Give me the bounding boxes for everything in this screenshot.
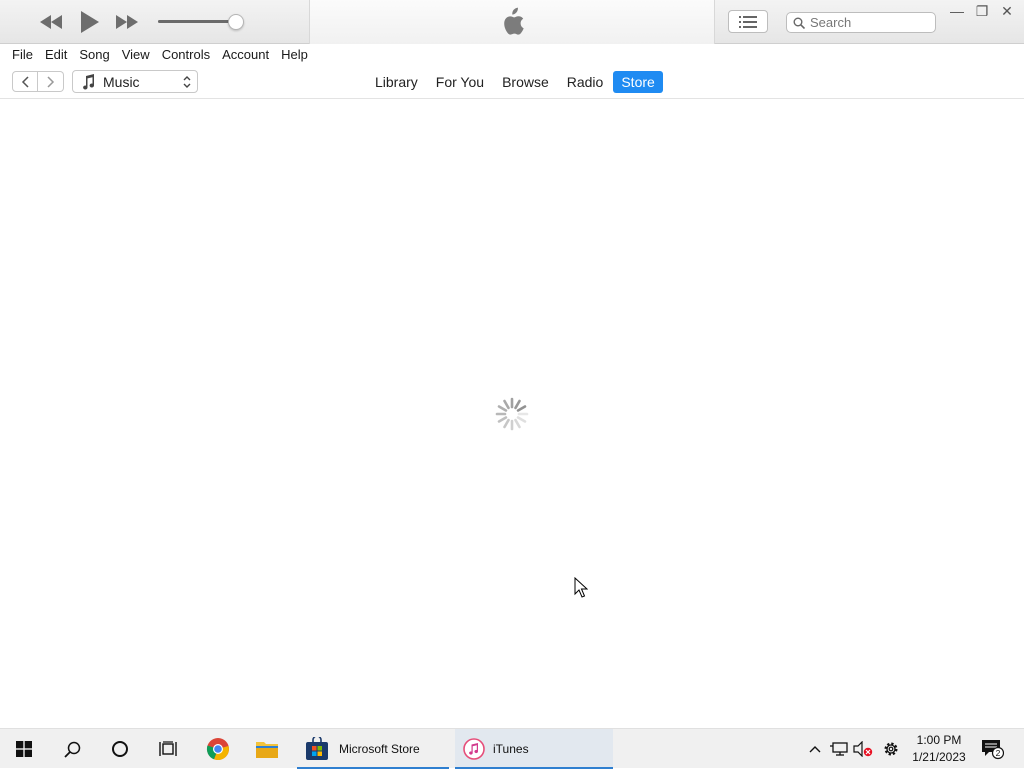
player-toolbar: — ❐ ✕ — [0, 0, 1024, 44]
apple-logo-icon — [504, 7, 524, 35]
taskbar-search-button[interactable] — [48, 729, 96, 769]
fast-forward-icon — [116, 15, 138, 29]
chevron-left-icon — [21, 75, 29, 88]
media-kind-select[interactable]: Music — [72, 70, 198, 93]
folder-icon — [256, 742, 278, 758]
search-box[interactable] — [786, 12, 936, 33]
tab-radio[interactable]: Radio — [559, 71, 612, 93]
menu-help[interactable]: Help — [275, 47, 314, 62]
speaker-muted-icon — [853, 741, 873, 757]
fast-forward-button[interactable] — [114, 8, 140, 36]
chrome-icon — [206, 738, 229, 761]
search-input[interactable] — [810, 15, 930, 30]
chevron-up-icon — [809, 746, 821, 753]
clock-date: 1/21/2023 — [912, 750, 966, 764]
menu-song[interactable]: Song — [73, 47, 115, 62]
play-button[interactable] — [78, 8, 102, 36]
spinner-spoke — [514, 399, 521, 410]
file-explorer-taskbar-button[interactable] — [243, 729, 291, 769]
microsoft-store-icon — [306, 737, 328, 760]
status-display — [309, 0, 715, 44]
spinner-spoke — [516, 405, 527, 412]
taskbar-app-itunes[interactable]: iTunes — [455, 729, 613, 769]
action-center-button[interactable]: 2 — [978, 729, 1006, 769]
navigation-bar: Music Library For You Browse Radio Store — [0, 65, 1024, 99]
settings-tray-button[interactable] — [879, 729, 903, 769]
taskbar: Microsoft Store iTunes 1:00 PM 1/21/2023… — [0, 728, 1024, 769]
menu-bar: File Edit Song View Controls Account Hel… — [0, 44, 1024, 65]
chevron-right-icon — [46, 75, 54, 88]
volume-slider[interactable] — [158, 20, 238, 23]
search-icon — [63, 741, 80, 758]
updown-chevron-icon — [183, 75, 191, 88]
itunes-icon — [463, 738, 485, 760]
volume-tray-button[interactable] — [852, 729, 874, 769]
restore-icon: ❐ — [975, 2, 989, 19]
taskbar-app-label: Microsoft Store — [339, 742, 420, 756]
gear-icon — [884, 742, 898, 756]
menu-account[interactable]: Account — [216, 47, 275, 62]
menu-view[interactable]: View — [116, 47, 156, 62]
list-icon — [739, 15, 757, 28]
spinner-spoke — [497, 416, 508, 423]
task-view-icon — [159, 741, 177, 756]
taskbar-clock[interactable]: 1:00 PM 1/21/2023 — [906, 732, 972, 766]
up-next-button[interactable] — [728, 10, 768, 33]
media-kind-label: Music — [103, 73, 140, 90]
network-icon — [830, 742, 848, 756]
tab-store[interactable]: Store — [613, 71, 663, 93]
restore-button[interactable]: ❐ — [970, 2, 994, 20]
view-tabs: Library For You Browse Radio Store — [366, 70, 664, 94]
taskbar-app-label: iTunes — [493, 742, 529, 756]
rewind-button[interactable] — [38, 8, 64, 36]
menu-file[interactable]: File — [6, 47, 39, 62]
minimize-icon: — — [950, 3, 964, 19]
cortana-button[interactable] — [96, 729, 144, 769]
back-button[interactable] — [12, 71, 38, 92]
music-note-icon — [83, 73, 94, 89]
spinner-spoke — [516, 416, 527, 423]
forward-button[interactable] — [38, 71, 64, 92]
mouse-cursor-icon — [574, 577, 588, 598]
close-button[interactable]: ✕ — [995, 2, 1019, 20]
network-button[interactable] — [828, 729, 850, 769]
rewind-icon — [40, 15, 62, 29]
volume-knob[interactable] — [228, 14, 245, 30]
tab-browse[interactable]: Browse — [494, 71, 557, 93]
menu-edit[interactable]: Edit — [39, 47, 73, 62]
spinner-spoke — [514, 418, 521, 429]
task-view-button[interactable] — [144, 729, 192, 769]
taskbar-app-microsoft-store[interactable]: Microsoft Store — [297, 729, 449, 769]
notification-icon: 2 — [982, 740, 1004, 760]
minimize-button[interactable]: — — [945, 2, 969, 20]
clock-time: 1:00 PM — [916, 733, 962, 747]
windows-logo-icon — [16, 741, 32, 757]
notification-count: 2 — [996, 748, 1001, 758]
search-icon — [793, 17, 805, 29]
tab-for-you[interactable]: For You — [428, 71, 492, 93]
cortana-icon — [112, 741, 128, 757]
close-icon: ✕ — [1001, 2, 1013, 19]
chrome-taskbar-button[interactable] — [194, 729, 242, 769]
spinner-spoke — [503, 418, 510, 429]
play-icon — [81, 11, 99, 33]
spinner-spoke — [497, 405, 508, 412]
tab-library[interactable]: Library — [367, 71, 426, 93]
itunes-window: — ❐ ✕ File Edit Song View Controls Accou… — [0, 0, 1024, 728]
spinner-spoke — [503, 399, 510, 410]
loading-spinner-icon — [495, 397, 529, 431]
menu-controls[interactable]: Controls — [156, 47, 216, 62]
start-button[interactable] — [0, 729, 48, 769]
volume-level — [158, 20, 237, 23]
show-hidden-icons-button[interactable] — [804, 729, 826, 769]
